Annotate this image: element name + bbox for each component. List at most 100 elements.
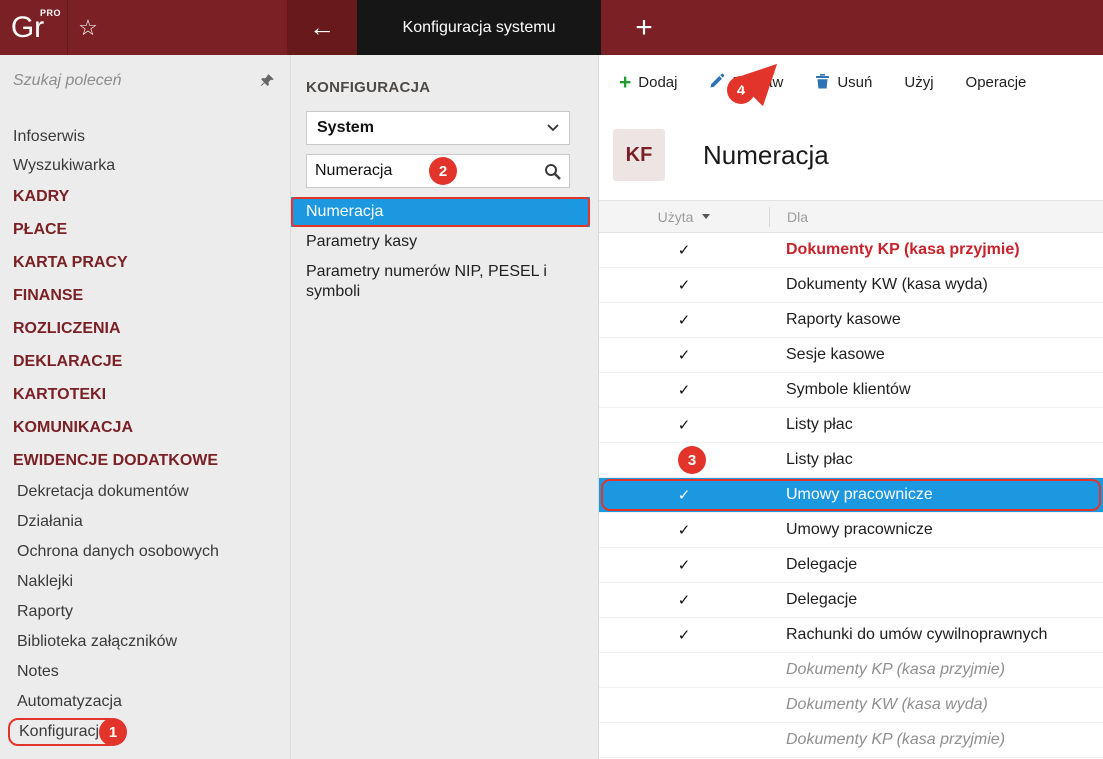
used-cell: ✓ bbox=[599, 478, 769, 512]
row-label: Dokumenty KP (kasa przyjmie) bbox=[786, 241, 1020, 258]
table-row[interactable]: ✓ Raporty kasowe bbox=[599, 303, 1103, 338]
row-label: Listy płac bbox=[786, 451, 853, 468]
category-dropdown[interactable]: System bbox=[306, 111, 570, 145]
table-row[interactable]: ✓ Umowy pracownicze bbox=[599, 513, 1103, 548]
dla-cell: Sesje kasowe bbox=[769, 346, 1103, 364]
sidebar-item[interactable]: KARTOTEKI bbox=[0, 378, 290, 411]
sidebar-item[interactable]: Raporty bbox=[0, 597, 290, 627]
check-icon: ✓ bbox=[677, 522, 691, 539]
table-row[interactable]: ✓ Dokumenty KP (kasa przyjmie) bbox=[599, 233, 1103, 268]
back-arrow-icon: ← bbox=[309, 12, 335, 42]
panel-item[interactable]: Numeracja bbox=[291, 197, 590, 227]
row-label: Dokumenty KP (kasa przyjmie) bbox=[786, 661, 1006, 678]
column-label: Dla bbox=[787, 208, 809, 225]
row-label: Rachunki do umów cywilnoprawnych bbox=[786, 626, 1048, 643]
table-row[interactable]: Dokumenty KW (kasa wyda) bbox=[599, 688, 1103, 723]
row-label: Umowy pracownicze bbox=[786, 486, 933, 503]
dla-cell: Umowy pracownicze bbox=[769, 486, 1103, 504]
sidebar-item[interactable]: Ochrona danych osobowych bbox=[0, 537, 290, 567]
table-row[interactable]: ✓ Delegacje bbox=[599, 583, 1103, 618]
sidebar-item[interactable]: KARTA PRACY bbox=[0, 246, 290, 279]
table-row[interactable]: ✓ Sesje kasowe bbox=[599, 338, 1103, 373]
command-search-input[interactable] bbox=[13, 72, 250, 90]
chevron-down-icon bbox=[547, 119, 559, 137]
sidebar-item-label: Biblioteka załączników bbox=[17, 633, 178, 650]
dla-cell: Listy płac bbox=[769, 451, 1103, 469]
table-row[interactable]: ✓3 Listy płac bbox=[599, 443, 1103, 478]
sidebar-item[interactable]: Wyszukiwarka bbox=[0, 151, 290, 180]
column-header-dla[interactable]: Dla bbox=[769, 206, 1103, 227]
annotation-step-3-badge: 3 bbox=[678, 446, 706, 474]
sidebar-item[interactable]: Notes bbox=[0, 657, 290, 687]
dla-cell: Raporty kasowe bbox=[769, 311, 1103, 329]
sidebar-item[interactable]: Automatyzacja bbox=[0, 687, 290, 717]
plus-icon: + bbox=[619, 70, 632, 94]
sidebar-item-label: PŁACE bbox=[13, 220, 68, 238]
add-button[interactable]: + Dodaj bbox=[619, 70, 678, 94]
table-row[interactable]: ✓ Listy płac bbox=[599, 408, 1103, 443]
sidebar-item[interactable]: EWIDENCJE DODATKOWE bbox=[0, 444, 290, 477]
table-row[interactable]: ✓ Umowy pracownicze bbox=[599, 478, 1103, 513]
toolbar-label: Dodaj bbox=[638, 74, 678, 91]
sidebar-item-label: Dekretacja dokumentów bbox=[17, 483, 189, 500]
toolbar-label: Usuń bbox=[837, 74, 873, 91]
back-button[interactable]: ← bbox=[287, 0, 357, 55]
used-cell: ✓ bbox=[599, 373, 769, 407]
sidebar-item[interactable]: Biblioteka załączników bbox=[0, 627, 290, 657]
favorites-button[interactable]: ☆ bbox=[68, 0, 108, 55]
sidebar-item[interactable]: Naklejki bbox=[0, 567, 290, 597]
app-window: Gr PRO ☆ ← Konfiguracja systemu + Infose… bbox=[0, 0, 1103, 759]
sidebar-item-label: KARTOTEKI bbox=[13, 385, 107, 403]
sidebar-item[interactable]: Dekretacja dokumentów bbox=[0, 477, 290, 507]
check-icon: ✓ bbox=[677, 557, 691, 574]
table-row[interactable]: Dokumenty KP (kasa przyjmie) bbox=[599, 653, 1103, 688]
toolbar-label: Użyj bbox=[904, 74, 934, 91]
search-icon[interactable] bbox=[544, 163, 561, 185]
table-row[interactable]: ✓ Rachunki do umów cywilnoprawnych bbox=[599, 618, 1103, 653]
used-cell: ✓ bbox=[599, 268, 769, 302]
panel-item[interactable]: Parametry numerów NIP, PESEL i symboli bbox=[291, 257, 590, 307]
column-header-uzyta[interactable]: Użyta bbox=[599, 201, 769, 232]
check-icon: ✓ bbox=[677, 382, 691, 399]
used-cell: ✓3 bbox=[599, 443, 769, 477]
used-cell: ✓ bbox=[599, 618, 769, 652]
new-tab-button[interactable]: + bbox=[622, 0, 666, 55]
sidebar-item-label: Notes bbox=[17, 663, 59, 680]
table-row[interactable]: Dokumenty KP (kasa przyjmie) bbox=[599, 723, 1103, 758]
pin-icon[interactable] bbox=[260, 73, 275, 93]
sidebar-item[interactable]: DEKLARACJE bbox=[0, 345, 290, 378]
sidebar-search bbox=[0, 55, 290, 107]
dla-cell: Dokumenty KP (kasa przyjmie) bbox=[769, 731, 1103, 749]
sidebar-item[interactable]: ROZLICZENIA bbox=[0, 312, 290, 345]
sidebar-item[interactable]: Działania bbox=[0, 507, 290, 537]
use-button[interactable]: Użyj bbox=[904, 74, 933, 91]
panel-item[interactable]: Parametry kasy bbox=[291, 227, 590, 257]
config-search-input[interactable] bbox=[307, 162, 419, 180]
dla-cell: Dokumenty KP (kasa przyjmie) bbox=[769, 661, 1103, 679]
panel-item-label: Numeracja bbox=[306, 203, 384, 220]
tab-konfiguracja-systemu[interactable]: Konfiguracja systemu bbox=[357, 0, 601, 55]
sidebar: Infoserwis Wyszukiwarka KADRY PŁACE KARTA PR… bbox=[0, 55, 290, 759]
dla-cell: Dokumenty KP (kasa przyjmie) bbox=[769, 241, 1103, 259]
table-row[interactable]: ✓ Delegacje bbox=[599, 548, 1103, 583]
delete-button[interactable]: Usuń bbox=[815, 73, 872, 93]
table-row[interactable]: ✓ Dokumenty KW (kasa wyda) bbox=[599, 268, 1103, 303]
star-icon: ☆ bbox=[78, 14, 98, 40]
sidebar-item[interactable]: Infoserwis bbox=[0, 122, 290, 151]
row-label: Symbole klientów bbox=[786, 381, 911, 398]
sidebar-item-label: KARTA PRACY bbox=[13, 253, 128, 271]
table-row[interactable]: ✓ Symbole klientów bbox=[599, 373, 1103, 408]
sidebar-item[interactable]: PŁACE bbox=[0, 213, 290, 246]
panel-search: 2 bbox=[306, 154, 570, 188]
sidebar-item[interactable]: Konfiguracja 1 bbox=[0, 717, 290, 747]
check-icon: ✓ bbox=[677, 417, 691, 434]
operations-button[interactable]: Operacje bbox=[966, 74, 1027, 91]
sidebar-item[interactable]: KOMUNIKACJA bbox=[0, 411, 290, 444]
dla-cell: Symbole klientów bbox=[769, 381, 1103, 399]
sidebar-item-label: DEKLARACJE bbox=[13, 352, 123, 370]
sidebar-item[interactable]: KADRY bbox=[0, 180, 290, 213]
sidebar-item-label: KOMUNIKACJA bbox=[13, 418, 133, 436]
table-header: Użyta Dla bbox=[599, 200, 1103, 233]
dropdown-value: System bbox=[317, 119, 374, 136]
sidebar-item[interactable]: FINANSE bbox=[0, 279, 290, 312]
